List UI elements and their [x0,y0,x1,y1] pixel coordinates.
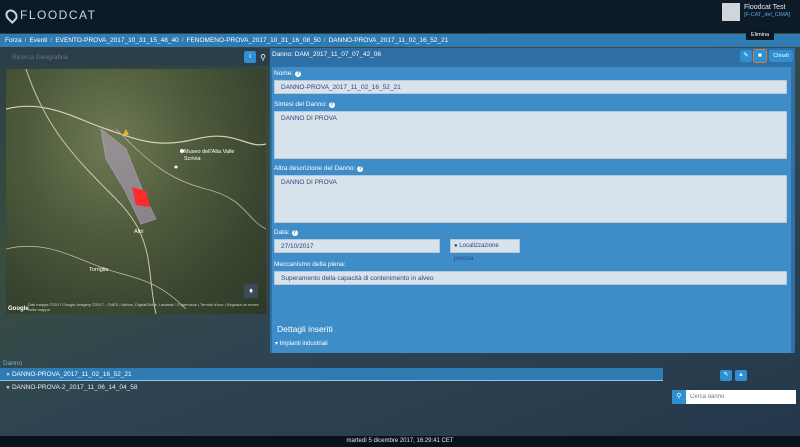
help-icon[interactable]: ? [328,102,335,108]
app-header: FLOODCAT Floodcat Test [F-CAT_del_CIMA] [0,0,800,33]
date-field[interactable]: 27/10/2017 [274,239,440,253]
help-icon[interactable]: ? [295,71,302,77]
map-place-label: Museo dell'Alta Valle Scrivia [184,149,235,162]
localizzazione-button[interactable]: ● Localizzazione precisa [450,239,520,262]
breadcrumb: Forza / Eventi / EVENTO-PROVA_2017_10_31_1… [0,34,800,47]
cerca-danno-bar: ⚲ [672,390,796,404]
geo-search-input[interactable] [4,50,257,64]
help-icon[interactable]: ? [357,166,364,172]
delete-button[interactable]: ■ [753,49,767,63]
location-pin-icon: ● [6,384,10,391]
help-icon[interactable]: ? [291,230,298,236]
delete-tooltip: Elimina [746,30,775,40]
impianti-toggle[interactable]: ▾ Impianti industriali [275,340,328,347]
user-menu[interactable]: Floodcat Test [F-CAT_del_CIMA] [722,3,790,21]
satellite-map[interactable]: Museo dell'Alta Valle Scrivia Altri Torr… [6,69,266,314]
nome-label: Nome:? [274,70,302,77]
info-button[interactable]: i [244,51,256,63]
list-header: Danno [3,360,23,367]
geo-search-bar: ⚲ [4,48,269,66]
meccanismo-select[interactable]: Superamento della capacità di contenimen… [274,271,787,285]
edit-button[interactable]: ✎ [740,50,752,62]
upload-button[interactable]: ▲ [735,370,747,381]
logo-text: FLOODCAT [20,8,97,22]
avatar [722,3,740,21]
google-logo: Google [8,306,29,312]
map-place-label: Altri [134,229,144,235]
breadcrumb-item[interactable]: Forza [5,37,22,44]
map-overlay [6,69,266,314]
panel-title: Danno: DAM_2017_11_07_07_42_06 [272,51,382,58]
meccanismo-label: Meccanismo della piena: [274,261,346,268]
data-label: Data:? [274,229,298,236]
sintesi-field[interactable]: DANNO DI PROVA [274,111,787,159]
status-footer: martedì 5 dicembre 2017, 16:29:41 CET [0,436,800,447]
sintesi-label: Sintesi del Danno:? [274,101,335,108]
breadcrumb-item[interactable]: EVENTO-PROVA_2017_10_31_15_48_40 [55,37,178,44]
map-attribution[interactable]: Dati mappa ©2017 Google Imagery ©2017 , … [28,302,266,312]
map-layers-button[interactable]: ♦ [244,284,258,298]
user-role: [F-CAT_del_CIMA] [744,12,791,18]
edit-item-button[interactable]: ✎ [720,370,732,381]
map-place-label: Torriglia [89,267,109,273]
search-icon[interactable]: ⚲ [257,53,269,62]
nome-field[interactable]: DANNO-PROVA_2017_11_02_16_52_21 [274,80,787,94]
list-item[interactable]: ● DANNO-PROVA_2017_11_02_16_52_21 [6,371,132,378]
altra-descrizione-field[interactable]: DANNO DI PROVA [274,175,787,223]
breadcrumb-item[interactable]: DANNO-PROVA_2017_11_02_16_52_21 [329,37,449,44]
logo-pin-icon [3,6,20,24]
dettagli-heading: Dettagli inseriti [277,324,333,334]
breadcrumb-item[interactable]: FENOMENO-PROVA_2017_10_31_16_08_50 [187,37,321,44]
close-button[interactable]: Chiudi [769,50,793,62]
breadcrumb-item[interactable]: Eventi [29,37,47,44]
location-pin-icon: ● [6,371,10,378]
damage-detail-panel: Danno: DAM_2017_11_07_07_42_06 Elimina ✎… [270,30,795,353]
cerca-danno-input[interactable] [686,390,796,404]
altra-descrizione-label: Altra descrizione del Danno:? [274,165,364,172]
search-icon[interactable]: ⚲ [672,390,686,404]
chevron-down-icon: ▾ [275,341,279,347]
app-logo[interactable]: FLOODCAT [3,6,97,24]
list-item[interactable]: ● DANNO-PROVA-2_2017_11_06_14_04_58 [6,384,137,391]
user-name: Floodcat Test [744,4,786,11]
damage-form: Nome:? DANNO-PROVA_2017_11_02_16_52_21 S… [272,67,791,353]
location-pin-icon: ● [454,243,458,249]
panel-toolbar: Danno: DAM_2017_11_07_07_42_06 Elimina ✎… [270,30,795,67]
